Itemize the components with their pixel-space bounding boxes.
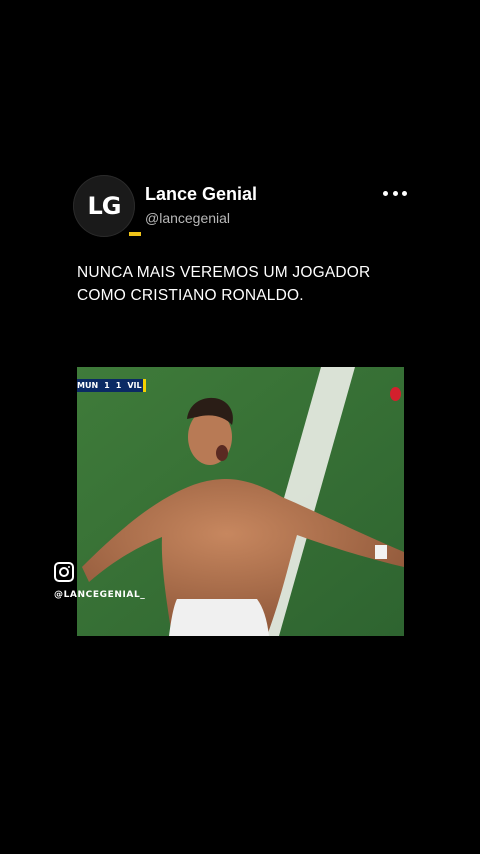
- home-team: MUN: [77, 381, 99, 390]
- scorebug: MUN 1 1 VIL: [77, 379, 146, 392]
- logo-accent-bar: [129, 232, 141, 236]
- instagram-watermark: @LANCEGENIAL_: [54, 562, 145, 600]
- away-score: 1: [115, 381, 122, 390]
- broadcast-badge: [390, 387, 401, 401]
- social-post-card: LG Lance Genial @lancegenial NUNCA MAIS …: [0, 0, 480, 854]
- away-team: VIL: [127, 381, 142, 390]
- avatar[interactable]: LG: [73, 175, 141, 237]
- avatar-logo-text: LG: [87, 192, 122, 220]
- display-name[interactable]: Lance Genial: [145, 184, 257, 205]
- post-caption: NUNCA MAIS VEREMOS UM JOGADOR COMO CRIST…: [77, 264, 371, 304]
- home-score: 1: [104, 381, 110, 390]
- watermark-handle: @LANCEGENIAL_: [54, 590, 146, 600]
- instagram-icon: [54, 562, 74, 582]
- more-options-icon[interactable]: [383, 181, 407, 205]
- user-handle[interactable]: @lancegenial: [145, 210, 230, 226]
